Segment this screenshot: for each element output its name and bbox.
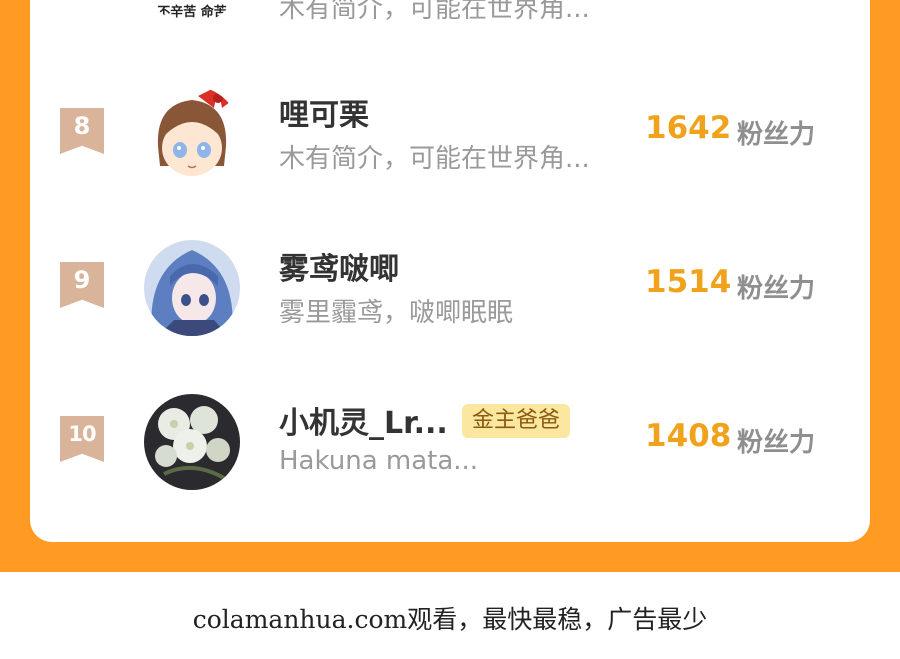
avatar-partial: 不辛苦 命苦 [144, 0, 240, 24]
avatar-image-partial: 不辛苦 命苦 [144, 0, 240, 24]
ranking-row-9[interactable]: 9 雾鸢啵唧 雾里霾鸢，啵唧眠眠 1514 粉丝力 [30, 240, 870, 350]
user-name[interactable]: 哩可栗 [279, 90, 369, 134]
rank-badge: 8 [60, 108, 104, 154]
fans-label: 粉丝力 [737, 428, 816, 458]
rank-badge: 10 [60, 416, 104, 462]
avatar[interactable] [144, 394, 240, 490]
supporter-badge: 金主爸爸 [462, 404, 571, 438]
ranking-row-10[interactable]: 10 小机灵_Lr... 金主爸爸 Hakuna mata... 1408 粉丝… [30, 394, 870, 504]
user-name[interactable]: 小机灵_Lr... [279, 398, 448, 442]
fans-label: 粉丝力 [737, 274, 816, 304]
user-bio: Hakuna mata... [279, 446, 479, 476]
anime-girl-red-bow-avatar [144, 86, 240, 182]
avatar[interactable] [144, 86, 240, 182]
ranking-row-8[interactable]: 8 哩可栗 木有简介，可能在世界角... 1642 粉丝力 [30, 86, 870, 196]
user-bio: 雾里霾鸢，啵唧眠眠 [279, 298, 514, 328]
fans-count: 1642 [645, 110, 732, 146]
fans-count: 1514 [645, 264, 732, 300]
anime-girl-blue-hair-avatar [144, 240, 240, 336]
user-bio: 木有简介，可能在世界角... [279, 144, 590, 174]
white-flowers-avatar [144, 394, 240, 490]
ranking-row-partial[interactable]: 不辛苦 命苦 木有简介，可能在世界角... [30, 0, 870, 38]
fans-count: 1408 [645, 418, 732, 454]
rank-badge: 9 [60, 262, 104, 308]
avatar-caption-partial: 不辛苦 命苦 [157, 4, 227, 20]
user-name[interactable]: 雾鸢啵唧 [279, 244, 399, 288]
avatar[interactable] [144, 240, 240, 336]
fans-label: 粉丝力 [737, 120, 816, 150]
bio-partial: 木有简介，可能在世界角... [279, 0, 590, 24]
ranking-card: 不辛苦 命苦 木有简介，可能在世界角... 8 哩可栗 木有简介，可能在世界角.… [30, 0, 870, 542]
footer-watermark-text: colamanhua.com观看，最快最稳，广告最少 [192, 605, 708, 634]
